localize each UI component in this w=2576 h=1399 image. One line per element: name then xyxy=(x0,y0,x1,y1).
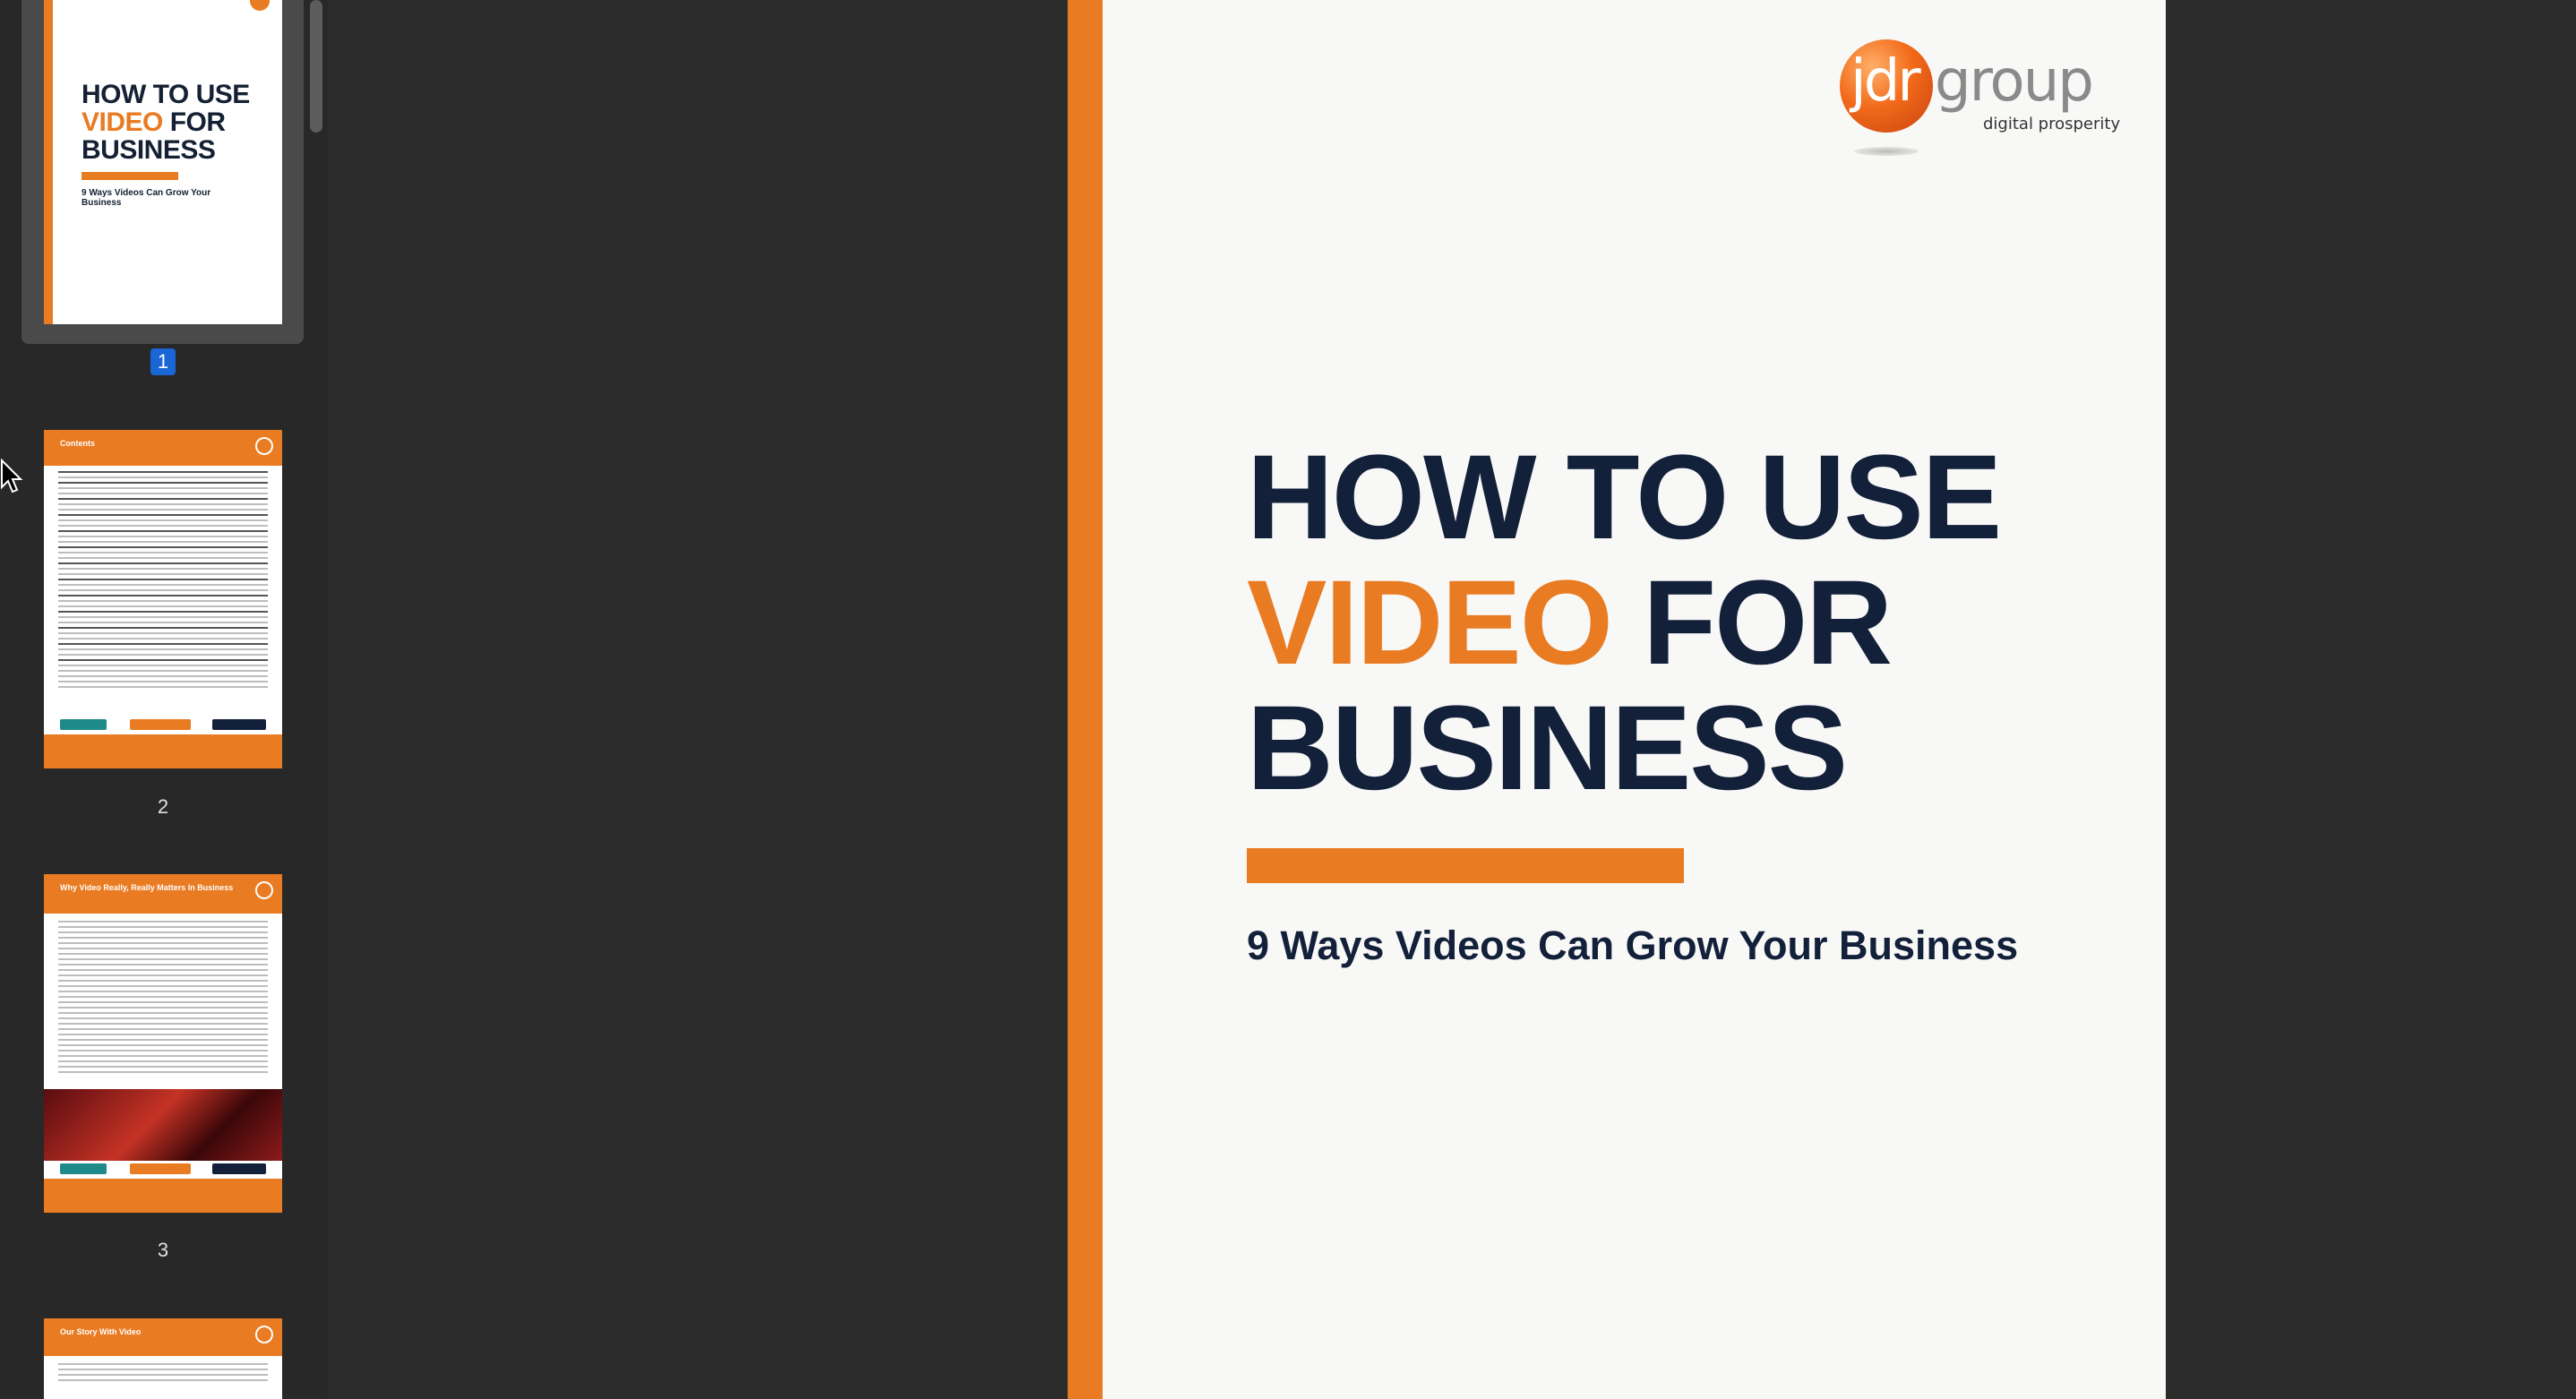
page-title: HOW TO USE VIDEO FOR BUSINESS xyxy=(1247,431,2002,815)
logo-mark: jdr xyxy=(1850,48,1921,115)
thumbnail-logo-icon xyxy=(250,0,270,11)
thumbnail-title: HOW TO USE VIDEO FOR BUSINESS xyxy=(82,80,250,165)
toc-lines xyxy=(58,471,268,691)
sidebar-scrollbar[interactable] xyxy=(310,0,322,133)
document-page: jdr group digital prosperity HOW TO USE … xyxy=(1068,0,2166,1399)
page-number-2[interactable]: 2 xyxy=(150,794,176,820)
thumbnail-logo-icon xyxy=(257,439,271,453)
thumbnail-footer xyxy=(44,1179,282,1213)
mouse-cursor-icon xyxy=(0,459,23,494)
page-number-3[interactable]: 3 xyxy=(150,1237,176,1264)
thumbnail-footer xyxy=(44,734,282,768)
thumbnail-title-bar xyxy=(82,172,178,180)
thumbnail-subtitle: 9 Ways Videos Can Grow Your Business xyxy=(82,188,211,208)
document-viewer[interactable]: jdr group digital prosperity HOW TO USE … xyxy=(328,0,2576,1399)
body-text-lines xyxy=(58,921,268,1077)
page-number-1[interactable]: 1 xyxy=(150,348,176,375)
page-accent-stripe xyxy=(1068,0,1103,1399)
title-underline-bar xyxy=(1247,848,1684,883)
page-thumbnail-1[interactable]: HOW TO USE VIDEO FOR BUSINESS 9 Ways Vid… xyxy=(44,0,282,324)
body-text-lines xyxy=(58,1363,268,1385)
thumbnail-header: Why Video Really, Really Matters In Busi… xyxy=(44,874,282,914)
thumbnail-header: Contents xyxy=(44,430,282,466)
thumbnail-logo-icon xyxy=(257,1327,271,1342)
thumbnail-accent-stripe xyxy=(44,0,53,324)
company-logo: jdr group digital prosperity xyxy=(1840,39,2126,165)
logo-tagline: digital prosperity xyxy=(1983,115,2121,133)
page-thumbnail-3[interactable]: Why Video Really, Really Matters In Busi… xyxy=(44,874,282,1213)
page-thumbnail-2[interactable]: Contents xyxy=(44,430,282,768)
logo-wordmark: group xyxy=(1935,48,2094,115)
thumbnail-header: Our Story With Video xyxy=(44,1318,282,1356)
thumbnail-sidebar: HOW TO USE VIDEO FOR BUSINESS 9 Ways Vid… xyxy=(0,0,328,1399)
thumbnail-image xyxy=(44,1089,282,1161)
thumbnail-logo-icon xyxy=(257,883,271,897)
page-subtitle: 9 Ways Videos Can Grow Your Business xyxy=(1247,923,2019,968)
page-thumbnail-4[interactable]: Our Story With Video xyxy=(44,1318,282,1399)
